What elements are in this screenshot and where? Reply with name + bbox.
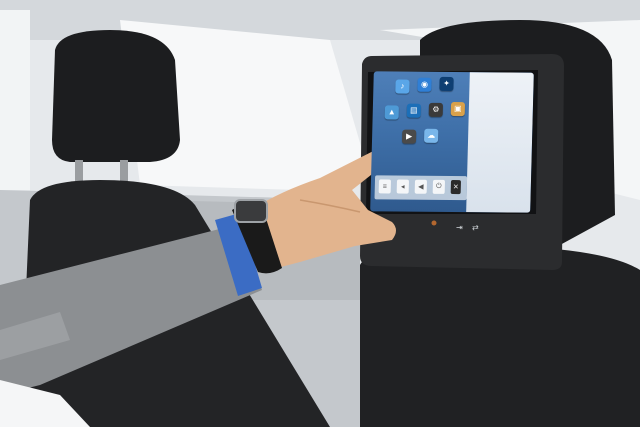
video-icon: ▶: [405, 131, 413, 141]
dock-button-1[interactable]: ≡: [378, 179, 392, 194]
switch-icon: ⇄: [472, 223, 479, 232]
app-icon-5[interactable]: ▤: [406, 103, 421, 118]
app-icon-1[interactable]: ♪: [395, 79, 410, 94]
input-icon: ⇥: [456, 223, 463, 232]
right-seat-back: [360, 245, 640, 427]
app-icon-7[interactable]: ▣: [450, 101, 466, 117]
app-icon-8[interactable]: ▶: [401, 129, 417, 144]
volume-icon: ◀: [418, 183, 424, 191]
bezel-button-2[interactable]: ⇄: [472, 223, 479, 232]
side-panel: [466, 72, 534, 213]
book-icon: ▤: [409, 105, 418, 115]
app-icon-6[interactable]: ⚙: [428, 102, 444, 117]
app-icon-3[interactable]: ✦: [439, 76, 454, 91]
bezel-button-1[interactable]: ⇥: [456, 223, 463, 232]
power-icon: ⏻: [435, 182, 442, 190]
watch-face: [234, 199, 268, 223]
menu-icon: ≡: [382, 182, 387, 190]
dock-button-5[interactable]: ✕: [450, 180, 462, 195]
app-icon-9[interactable]: ☁: [423, 128, 439, 143]
front-window: [0, 10, 30, 190]
power-indicator-led: [431, 220, 437, 226]
map-icon: ▲: [387, 107, 396, 117]
back-icon: ◂: [400, 183, 405, 191]
app-icon-2[interactable]: ◉: [417, 77, 432, 92]
dock-button-3[interactable]: ◀: [414, 179, 428, 194]
dock-button-2[interactable]: ◂: [396, 179, 410, 194]
dock-button-4[interactable]: ⏻: [432, 179, 446, 194]
settings-icon: ⚙: [432, 104, 440, 114]
app-icon-4[interactable]: ▲: [384, 105, 399, 120]
photo-icon: ▣: [453, 104, 462, 114]
globe-icon: ◉: [420, 79, 429, 89]
weather-icon: ☁: [427, 130, 436, 140]
touchscreen[interactable]: ♪ ◉ ✦ ▲ ▤ ⚙ ▣ ▶ ☁ ≡ ◂ ◀ ⏻ ✕: [370, 71, 534, 213]
music-icon: ♪: [400, 81, 405, 91]
left-headrest: [52, 30, 180, 162]
game-icon: ✦: [443, 78, 450, 88]
car-interior-scene: ♪ ◉ ✦ ▲ ▤ ⚙ ▣ ▶ ☁ ≡ ◂ ◀ ⏻ ✕ ⇥ ⇄: [0, 0, 640, 427]
car-interior-photo: [0, 0, 640, 427]
close-icon: ✕: [452, 184, 459, 192]
